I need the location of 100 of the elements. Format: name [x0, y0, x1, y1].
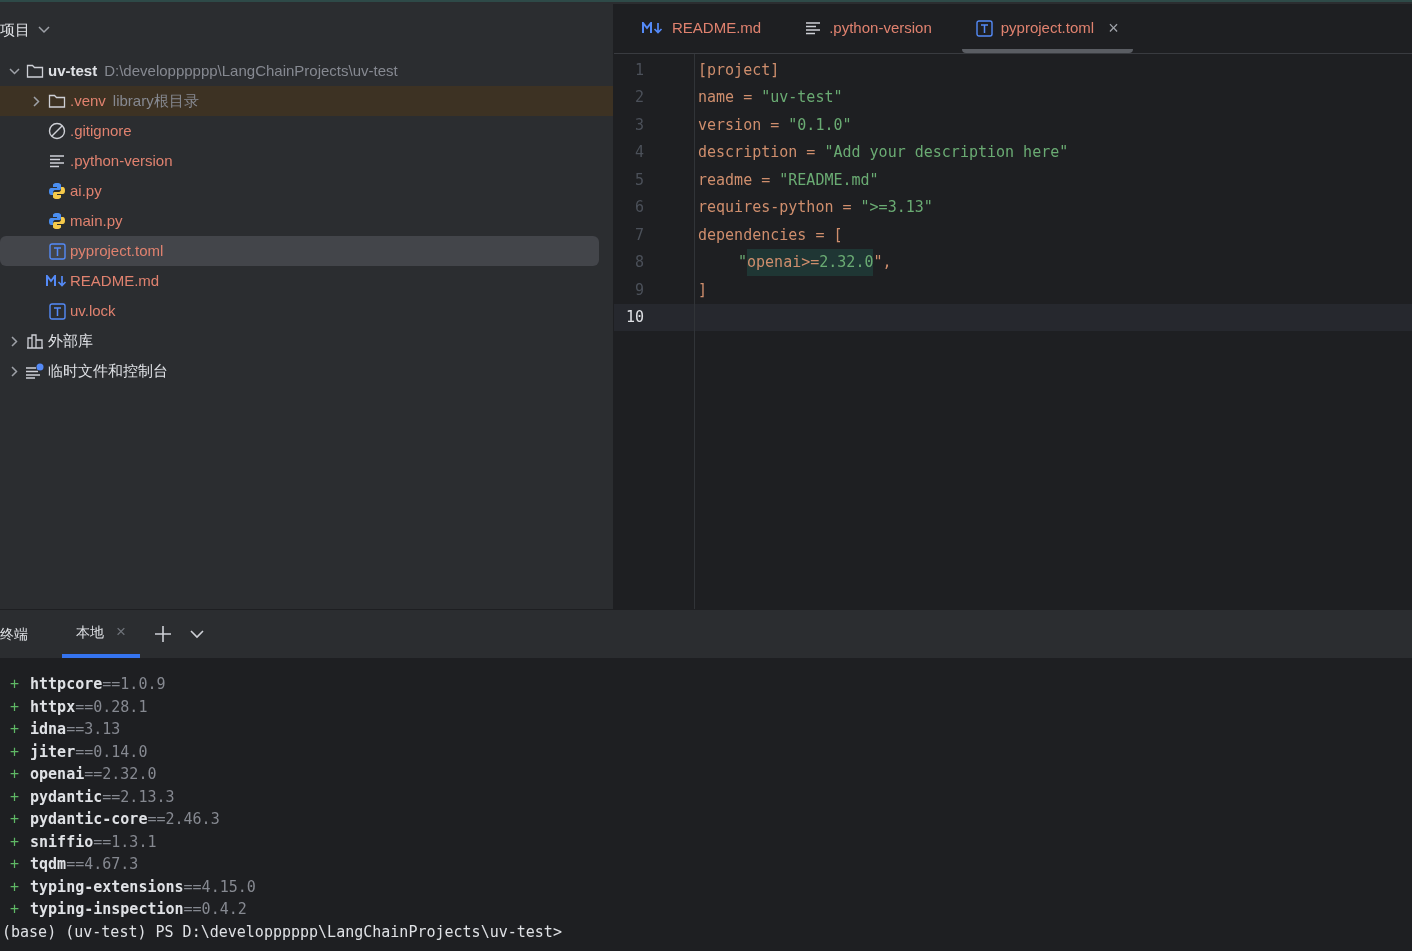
terminal-title: 终端: [0, 624, 28, 644]
package-name: openai: [30, 764, 85, 785]
package-version: ==2.46.3: [147, 809, 220, 830]
tree-item[interactable]: 外部库: [0, 326, 613, 356]
package-version: ==0.4.2: [183, 899, 247, 920]
added-marker: +: [10, 809, 20, 830]
tree-item[interactable]: ai.py: [0, 176, 613, 206]
file-name: main.py: [70, 210, 123, 231]
package-version: ==1.3.1: [93, 831, 157, 853]
path-hint: library根目录: [112, 90, 199, 111]
tree-item[interactable]: uv-test D:\developppppp\LangChainProjects\uv-test: [0, 56, 613, 86]
code-token: ",: [873, 252, 892, 273]
chevron-right-icon[interactable]: [32, 95, 40, 107]
added-marker: +: [10, 696, 20, 718]
file-name: 临时文件和控制台: [48, 360, 168, 381]
package-name: pydantic: [30, 786, 103, 808]
code-token: readme =: [698, 169, 772, 191]
file-name: uv.lock: [70, 300, 116, 321]
code-token: [project]: [698, 59, 780, 81]
tree-item[interactable]: .gitignore: [0, 116, 613, 146]
added-marker: +: [10, 741, 20, 763]
file-name: uv-test: [48, 60, 98, 81]
markdown-icon: [46, 275, 68, 287]
t-file-icon: [48, 242, 66, 260]
chevron-down-icon[interactable]: [189, 629, 204, 639]
added-marker: +: [10, 786, 20, 808]
line-number: 10: [624, 307, 645, 328]
t-file-icon: [975, 19, 993, 37]
package-name: tqdm: [30, 854, 67, 875]
added-marker: +: [10, 764, 20, 785]
tree-item[interactable]: README.md: [0, 266, 613, 296]
tree-item[interactable]: uv.lock: [0, 296, 613, 326]
package-version: ==1.0.9: [102, 674, 166, 695]
package-name: httpx: [30, 696, 76, 718]
prohibited-icon: [48, 122, 66, 140]
tree-item[interactable]: .python-version: [0, 146, 613, 176]
code-token: version =: [698, 114, 781, 136]
package-name: sniffio: [30, 831, 94, 853]
file-name: README.md: [70, 270, 160, 291]
scratch-icon: [25, 363, 45, 379]
code-token: "README.md": [779, 169, 879, 191]
code-token: dependencies = [: [698, 224, 843, 246]
package-name: pydantic-core: [30, 809, 148, 830]
package-version: ==3.13: [66, 719, 121, 740]
editor-tab[interactable]: .python-version: [791, 7, 946, 53]
added-marker: +: [10, 674, 20, 695]
path-hint: D:\developppppp\LangChainProjects\uv-test: [104, 60, 398, 81]
tree-item[interactable]: .venv library根目录: [0, 86, 613, 116]
code-token: requires-python =: [698, 197, 853, 218]
editor-tab[interactable]: pyproject.toml ×: [961, 7, 1133, 53]
package-version: ==2.13.3: [102, 786, 175, 808]
code-token: openai>=: [747, 248, 820, 276]
file-name: ai.py: [70, 180, 102, 201]
folder-icon: [26, 63, 44, 79]
package-version: ==4.15.0: [183, 876, 256, 898]
editor-tab[interactable]: README.md: [628, 7, 776, 53]
t-file-icon: [48, 302, 66, 320]
chevron-right-icon[interactable]: [10, 365, 18, 377]
added-marker: +: [10, 854, 20, 875]
added-marker: +: [10, 831, 20, 853]
package-name: typing-inspection: [30, 899, 184, 920]
markdown-icon: [642, 22, 664, 34]
plus-icon[interactable]: [153, 625, 172, 643]
python-icon: [48, 212, 66, 230]
package-name: jiter: [30, 741, 76, 763]
package-name: httpcore: [30, 674, 103, 695]
file-name: 外部库: [48, 330, 93, 351]
code-token: "uv-test": [761, 87, 843, 108]
tree-item[interactable]: main.py: [0, 206, 613, 236]
close-icon[interactable]: ×: [1108, 14, 1119, 42]
package-name: typing-extensions: [30, 876, 184, 898]
added-marker: +: [10, 899, 20, 920]
code-token: description =: [698, 142, 817, 163]
code-token: ]: [698, 279, 708, 301]
package-version: ==2.32.0: [84, 764, 157, 785]
chevron-right-icon[interactable]: [10, 335, 18, 347]
folder-icon: [48, 93, 66, 109]
package-name: idna: [30, 719, 67, 740]
file-name: .python-version: [70, 150, 173, 171]
code-token: name =: [698, 87, 754, 108]
terminal-prompt: (base) (uv-test) PS D:\developppppp\LangChainProjects\uv-test>: [1, 921, 563, 943]
code-token: "Add your description here": [824, 142, 1069, 163]
code-token: ": [738, 252, 748, 273]
added-marker: +: [10, 719, 20, 740]
tree-item[interactable]: pyproject.toml: [0, 236, 599, 266]
file-name: .gitignore: [70, 120, 132, 141]
panel-title: 项目: [0, 19, 30, 40]
chevron-down-icon[interactable]: [8, 67, 20, 75]
code-token: 2.32.0: [819, 248, 874, 276]
package-version: ==4.67.3: [66, 854, 139, 875]
package-version: ==0.14.0: [75, 741, 148, 763]
code-token: "0.1.0": [788, 114, 852, 136]
added-marker: +: [10, 876, 20, 898]
close-icon[interactable]: ×: [116, 619, 126, 645]
file-name: .venv: [70, 90, 106, 111]
file-name: pyproject.toml: [70, 240, 164, 261]
chevron-down-icon[interactable]: [38, 26, 50, 34]
tree-item[interactable]: 临时文件和控制台: [0, 356, 613, 386]
code-token: ">=3.13": [860, 197, 933, 218]
package-version: ==0.28.1: [75, 696, 148, 718]
